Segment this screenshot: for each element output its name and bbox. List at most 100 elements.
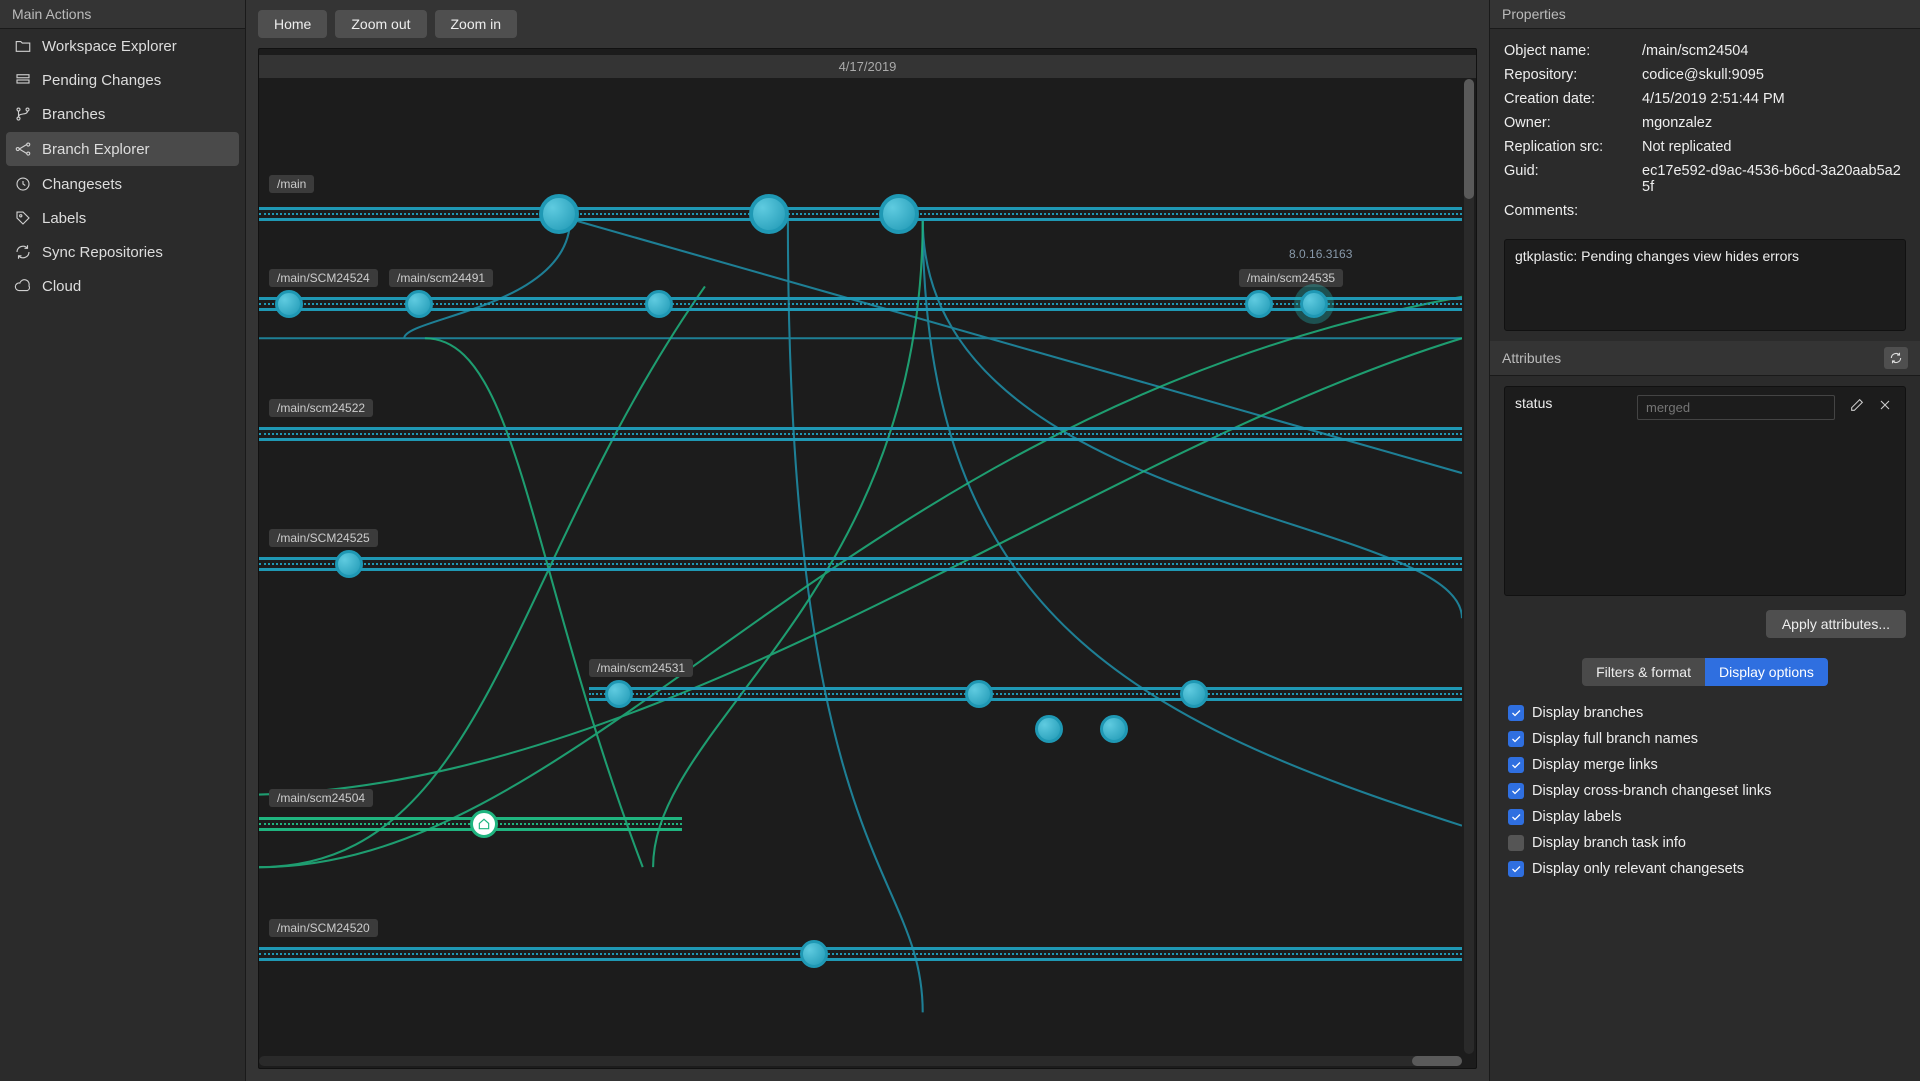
edit-icon[interactable] — [1847, 395, 1867, 415]
branch-icon — [14, 105, 32, 123]
attributes-title: Attributes — [1490, 341, 1920, 376]
attribute-name: status — [1515, 395, 1625, 411]
prop-value: ec17e592-d9ac-4536-b6cd-3a20aab5a25f — [1642, 163, 1906, 195]
changeset-node[interactable] — [405, 290, 433, 318]
canvas-inner: /main 8.0.16.3163 /main/SCM24524 /main/s… — [259, 79, 1462, 1054]
checkbox-icon[interactable] — [1508, 783, 1524, 799]
sidebar-item-label: Changesets — [42, 176, 122, 193]
attribute-row: status — [1504, 386, 1906, 596]
branch-track — [589, 687, 1462, 701]
sidebar-item-label: Sync Repositories — [42, 244, 163, 261]
sidebar-item-label: Labels — [42, 210, 86, 227]
sidebar-item-sync-repositories[interactable]: Sync Repositories — [0, 235, 245, 269]
checkbox-icon[interactable] — [1508, 835, 1524, 851]
branch-label[interactable]: /main/scm24522 — [269, 399, 373, 417]
horizontal-scrollbar[interactable] — [259, 1056, 1462, 1066]
changeset-node[interactable] — [1100, 715, 1128, 743]
display-option-row[interactable]: Display branches — [1508, 700, 1902, 726]
branch-label[interactable]: /main/SCM24520 — [269, 919, 378, 937]
prop-key: Repository: — [1504, 67, 1634, 83]
version-label: 8.0.16.3163 — [1289, 247, 1352, 261]
checkbox-icon[interactable] — [1508, 809, 1524, 825]
display-option-row[interactable]: Display only relevant changesets — [1508, 856, 1902, 882]
branch-label[interactable]: /main/SCM24525 — [269, 529, 378, 547]
changeset-node[interactable] — [1180, 680, 1208, 708]
branch-label[interactable]: /main/scm24491 — [389, 269, 493, 287]
sidebar-item-label: Branches — [42, 106, 105, 123]
branch-label[interactable]: /main/SCM24524 — [269, 269, 378, 287]
sidebar-item-workspace-explorer[interactable]: Workspace Explorer — [0, 29, 245, 63]
changeset-node[interactable] — [1245, 290, 1273, 318]
comments-box[interactable]: gtkplastic: Pending changes view hides e… — [1504, 239, 1906, 331]
changeset-node[interactable] — [539, 194, 579, 234]
branch-track — [259, 297, 1462, 311]
prop-value: codice@skull:9095 — [1642, 67, 1906, 83]
branch-label[interactable]: /main/scm24535 — [1239, 269, 1343, 287]
display-option-row[interactable]: Display full branch names — [1508, 726, 1902, 752]
sidebar-item-label: Cloud — [42, 278, 81, 295]
display-option-row[interactable]: Display labels — [1508, 804, 1902, 830]
display-option-label: Display only relevant changesets — [1532, 861, 1744, 877]
attribute-value-input[interactable] — [1637, 395, 1835, 420]
zoom-out-button[interactable]: Zoom out — [335, 10, 426, 38]
tab-display-options[interactable]: Display options — [1705, 658, 1828, 686]
sidebar-item-changesets[interactable]: Changesets — [0, 167, 245, 201]
display-option-row[interactable]: Display branch task info — [1508, 830, 1902, 856]
checkbox-icon[interactable] — [1508, 731, 1524, 747]
checkbox-icon[interactable] — [1508, 757, 1524, 773]
tab-filters-format[interactable]: Filters & format — [1582, 658, 1705, 686]
changeset-node[interactable] — [335, 550, 363, 578]
sidebar: Main Actions Workspace Explorer Pending … — [0, 0, 246, 1081]
home-changeset-node[interactable] — [470, 810, 498, 838]
display-option-label: Display full branch names — [1532, 731, 1698, 747]
changeset-node[interactable] — [749, 194, 789, 234]
branch-label[interactable]: /main/scm24531 — [589, 659, 693, 677]
properties-title: Properties — [1490, 0, 1920, 29]
changeset-node[interactable] — [965, 680, 993, 708]
apply-attributes-button[interactable]: Apply attributes... — [1766, 610, 1906, 638]
vertical-scrollbar[interactable] — [1464, 79, 1474, 1054]
sidebar-item-labels[interactable]: Labels — [0, 201, 245, 235]
branch-label[interactable]: /main/scm24504 — [269, 789, 373, 807]
display-option-row[interactable]: Display cross-branch changeset links — [1508, 778, 1902, 804]
sidebar-item-cloud[interactable]: Cloud — [0, 269, 245, 303]
branch-label-main[interactable]: /main — [269, 175, 314, 193]
changeset-node[interactable] — [275, 290, 303, 318]
branch-explorer-canvas[interactable]: 4/17/2019 — [258, 48, 1477, 1069]
prop-key: Guid: — [1504, 163, 1634, 195]
checkbox-icon[interactable] — [1508, 861, 1524, 877]
sidebar-header: Main Actions — [0, 0, 245, 29]
properties-body: Object name:/main/scm24504 Repository:co… — [1490, 29, 1920, 233]
refresh-attributes-button[interactable] — [1884, 347, 1908, 369]
refresh-icon — [14, 243, 32, 261]
zoom-in-button[interactable]: Zoom in — [435, 10, 518, 38]
checkbox-icon[interactable] — [1508, 705, 1524, 721]
changeset-node[interactable] — [605, 680, 633, 708]
history-icon — [14, 175, 32, 193]
sidebar-item-pending-changes[interactable]: Pending Changes — [0, 63, 245, 97]
stack-icon — [14, 71, 32, 89]
home-button[interactable]: Home — [258, 10, 327, 38]
branch-track — [259, 947, 1462, 961]
right-panel: Properties Object name:/main/scm24504 Re… — [1490, 0, 1920, 1081]
display-option-label: Display cross-branch changeset links — [1532, 783, 1771, 799]
branch-track — [259, 207, 1462, 221]
changeset-node[interactable] — [1035, 715, 1063, 743]
display-options-list: Display branches Display full branch name… — [1490, 696, 1920, 886]
display-option-row[interactable]: Display merge links — [1508, 752, 1902, 778]
changeset-node[interactable] — [800, 940, 828, 968]
cloud-icon — [14, 277, 32, 295]
changeset-node-selected[interactable] — [1300, 290, 1328, 318]
display-option-label: Display merge links — [1532, 757, 1658, 773]
prop-key: Replication src: — [1504, 139, 1634, 155]
changeset-node[interactable] — [645, 290, 673, 318]
toolbar: Home Zoom out Zoom in — [246, 0, 1489, 48]
tag-icon — [14, 209, 32, 227]
changeset-node[interactable] — [879, 194, 919, 234]
sidebar-item-branch-explorer[interactable]: Branch Explorer — [6, 132, 239, 166]
prop-value: mgonzalez — [1642, 115, 1906, 131]
sidebar-item-branches[interactable]: Branches — [0, 97, 245, 131]
sidebar-item-label: Workspace Explorer — [42, 38, 177, 55]
date-header: 4/17/2019 — [259, 55, 1476, 78]
close-icon[interactable] — [1875, 395, 1895, 415]
